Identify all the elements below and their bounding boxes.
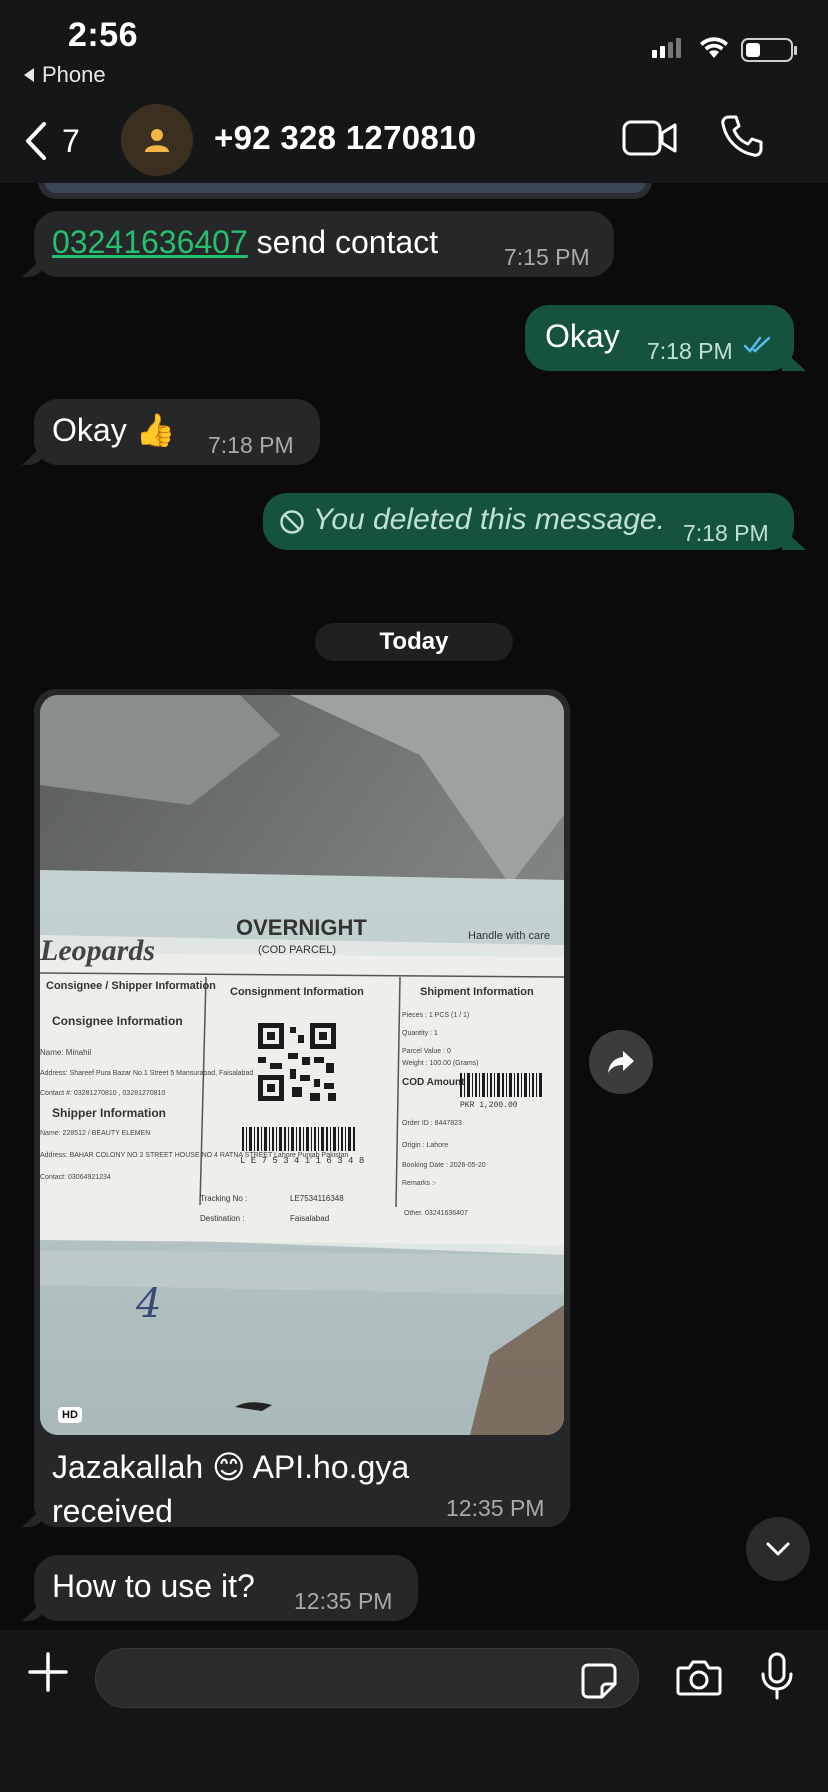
top-bar: 2:56 Phone 7 +92 328 1270810 bbox=[0, 0, 828, 183]
message-deleted[interactable]: You deleted this message. 7:18 PM bbox=[263, 493, 806, 550]
svg-text:Consignment Information: Consignment Information bbox=[230, 986, 364, 998]
message-time: 12:35 PM bbox=[294, 1588, 393, 1614]
message-input[interactable] bbox=[95, 1648, 639, 1708]
svg-text:Parcel Value : 0: Parcel Value : 0 bbox=[402, 1048, 451, 1055]
back-to-app-link[interactable]: Phone bbox=[24, 62, 106, 88]
contact-name[interactable]: +92 328 1270810 bbox=[214, 119, 476, 157]
back-app-label: Phone bbox=[42, 62, 106, 87]
message-time: 7:18 PM bbox=[683, 520, 769, 546]
wifi-icon bbox=[700, 37, 728, 58]
svg-text:Consignee / Shipper Informatio: Consignee / Shipper Information bbox=[46, 980, 216, 992]
video-camera-icon bbox=[622, 120, 677, 156]
scroll-to-bottom-button[interactable] bbox=[746, 1517, 810, 1581]
microphone-icon bbox=[761, 1652, 793, 1700]
cellular-signal-icon bbox=[652, 38, 681, 58]
message-text: send contact bbox=[247, 224, 439, 260]
image-caption: Jazakallah 😊 API.ho.gya received bbox=[52, 1449, 410, 1529]
svg-text:PKR 1,200.00: PKR 1,200.00 bbox=[460, 1101, 518, 1110]
phone-number-link[interactable]: 03241636407 bbox=[52, 224, 248, 260]
video-call-button[interactable] bbox=[622, 118, 678, 163]
image-message[interactable]: Leopards OVERNIGHT (COD PARCEL) Handle w… bbox=[22, 689, 570, 1529]
svg-text:Tracking No :: Tracking No : bbox=[200, 1194, 247, 1203]
svg-text:Shipment Information: Shipment Information bbox=[420, 986, 534, 998]
status-time: 2:56 bbox=[68, 16, 139, 54]
svg-text:Handle with care: Handle with care bbox=[468, 930, 550, 942]
svg-text:Address: Shareef Pura Bazar No: Address: Shareef Pura Bazar No.1 Street … bbox=[40, 1070, 253, 1077]
previous-image-edge[interactable] bbox=[38, 183, 652, 199]
input-bar bbox=[0, 1630, 828, 1792]
svg-text:Faisalabad: Faisalabad bbox=[290, 1214, 329, 1223]
back-chevron-icon bbox=[26, 122, 46, 160]
avatar[interactable] bbox=[121, 104, 193, 176]
message-text: Okay bbox=[545, 318, 620, 354]
svg-text:Origin : Lahore: Origin : Lahore bbox=[402, 1142, 448, 1149]
message-text: How to use it? bbox=[52, 1568, 255, 1604]
chevron-down-icon bbox=[766, 1542, 790, 1556]
svg-text:Quantity : 1: Quantity : 1 bbox=[402, 1030, 438, 1037]
message-outgoing[interactable]: Okay 7:18 PM bbox=[525, 305, 806, 371]
svg-text:OVERNIGHT: OVERNIGHT bbox=[236, 915, 367, 940]
svg-text:Contact: 03064921234: Contact: 03064921234 bbox=[40, 1174, 111, 1181]
message-time: 7:18 PM bbox=[208, 432, 294, 458]
read-ticks-icon bbox=[743, 336, 771, 353]
back-triangle-icon bbox=[24, 68, 34, 82]
chat-area[interactable]: 03241636407 send contact 7:15 PM Okay 7:… bbox=[0, 183, 828, 1630]
unread-count: 7 bbox=[62, 122, 80, 159]
microphone-button[interactable] bbox=[760, 1652, 794, 1707]
message-incoming[interactable]: 03241636407 send contact 7:15 PM bbox=[22, 211, 614, 277]
deleted-message-text: You deleted this message. bbox=[313, 503, 665, 536]
attach-button[interactable] bbox=[26, 1650, 70, 1699]
handwritten-number: 4 bbox=[135, 1281, 161, 1327]
camera-icon bbox=[676, 1660, 722, 1696]
day-divider: Today bbox=[315, 623, 513, 661]
blocked-icon bbox=[280, 510, 304, 534]
person-icon bbox=[145, 129, 169, 152]
svg-text:Shipper Information: Shipper Information bbox=[52, 1106, 166, 1120]
battery-icon bbox=[741, 38, 797, 62]
svg-text:Booking Date : 2026-05-20: Booking Date : 2026-05-20 bbox=[402, 1162, 486, 1169]
forward-icon bbox=[608, 1051, 634, 1073]
svg-text:Remarks :-: Remarks :- bbox=[402, 1180, 437, 1187]
voice-call-button[interactable] bbox=[720, 114, 764, 163]
brand-logo-text: Leopards bbox=[40, 934, 155, 967]
svg-text:LE7534116348: LE7534116348 bbox=[290, 1194, 344, 1203]
message-time: 7:15 PM bbox=[504, 244, 590, 270]
forward-button[interactable] bbox=[589, 1030, 653, 1094]
svg-text:Name: Minahil: Name: Minahil bbox=[40, 1048, 91, 1057]
svg-text:Contact #: 03281270810 , 03281: Contact #: 03281270810 , 03281270810 bbox=[40, 1090, 165, 1097]
svg-text:(COD PARCEL): (COD PARCEL) bbox=[258, 944, 336, 956]
svg-text:L E 7 5 3 4 1 1 6 3 4 8: L E 7 5 3 4 1 1 6 3 4 8 bbox=[240, 1156, 364, 1166]
parcel-photo-image: Leopards OVERNIGHT (COD PARCEL) Handle w… bbox=[40, 695, 564, 1435]
sticker-icon bbox=[581, 1663, 617, 1699]
svg-text:Consignee Information: Consignee Information bbox=[52, 1014, 183, 1028]
message-incoming[interactable]: Okay 👍 7:18 PM bbox=[22, 399, 320, 465]
svg-text:Order ID : 8447823: Order ID : 8447823 bbox=[402, 1120, 462, 1127]
message-time: 12:35 PM bbox=[446, 1495, 545, 1521]
svg-text:Other. 03241636407: Other. 03241636407 bbox=[404, 1210, 468, 1217]
svg-text:Name: 228512 / BEAUTY ELEMEN: Name: 228512 / BEAUTY ELEMEN bbox=[40, 1130, 150, 1137]
message-text: Okay 👍 bbox=[52, 412, 176, 448]
phone-icon bbox=[721, 115, 763, 157]
svg-text:Destination :: Destination : bbox=[200, 1214, 244, 1223]
camera-button[interactable] bbox=[676, 1658, 722, 1701]
hd-badge: HD bbox=[58, 1407, 82, 1423]
parcel-photo[interactable]: Leopards OVERNIGHT (COD PARCEL) Handle w… bbox=[40, 695, 564, 1435]
svg-text:Pieces : 1 PCS (1 / 1): Pieces : 1 PCS (1 / 1) bbox=[402, 1012, 469, 1019]
sticker-button[interactable] bbox=[580, 1662, 618, 1705]
back-button[interactable]: 7 bbox=[24, 116, 84, 166]
message-time: 7:18 PM bbox=[647, 338, 733, 364]
message-incoming[interactable]: How to use it? 12:35 PM bbox=[22, 1555, 418, 1621]
svg-text:Weight : 100.00 (Grams): Weight : 100.00 (Grams) bbox=[402, 1060, 479, 1067]
plus-icon bbox=[28, 1652, 68, 1692]
